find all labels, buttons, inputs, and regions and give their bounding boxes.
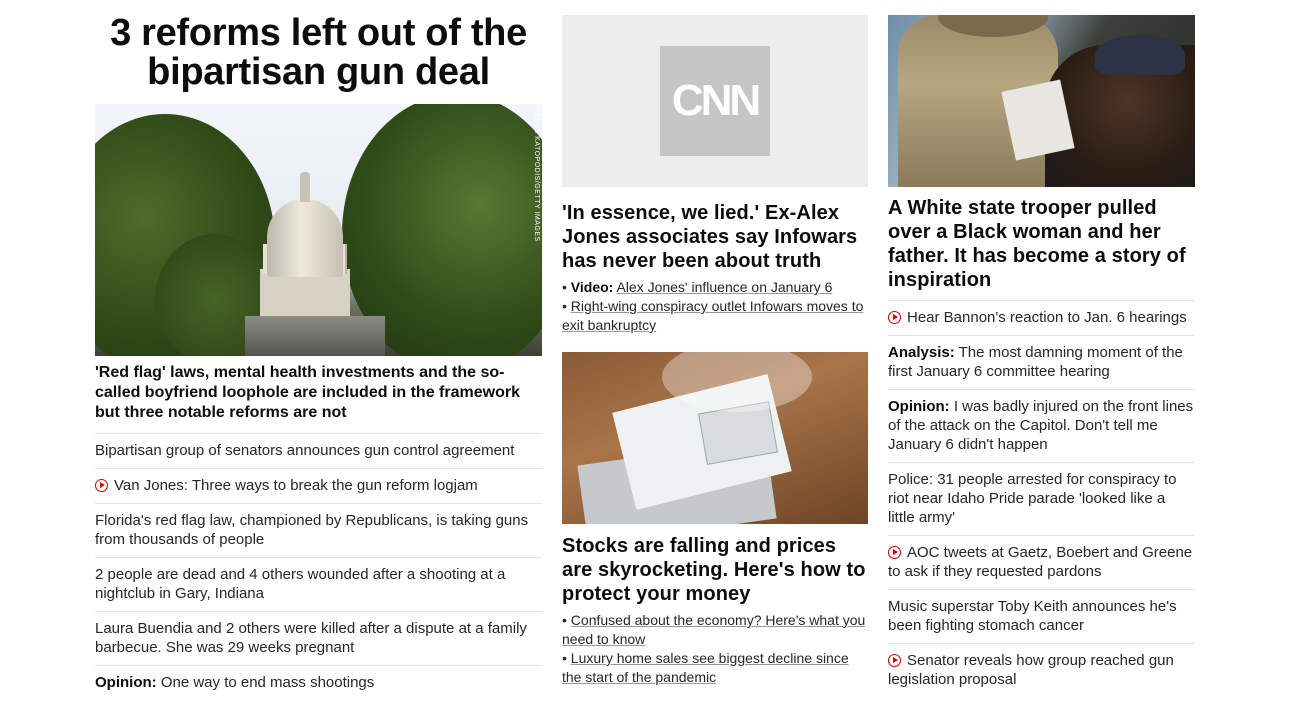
list-item[interactable]: Van Jones: Three ways to break the gun r… bbox=[95, 468, 542, 503]
link-text: Laura Buendia and 2 others were killed a… bbox=[95, 620, 527, 656]
link-text: Hear Bannon's reaction to Jan. 6 hearing… bbox=[907, 309, 1187, 326]
lead-headline: 3 reforms left out of the bipartisan gun… bbox=[110, 12, 527, 93]
middle-column: CNN 'In essence, we lied.' Ex-Alex Jones… bbox=[562, 0, 868, 687]
link-text: Luxury home sales see biggest decline si… bbox=[562, 650, 849, 685]
list-item[interactable]: Opinion: I was badly injured on the fron… bbox=[888, 389, 1195, 462]
link-text: Senator reveals how group reached gun le… bbox=[888, 652, 1174, 688]
list-item[interactable]: Senator reveals how group reached gun le… bbox=[888, 643, 1195, 697]
analysis-label: Analysis: bbox=[888, 344, 955, 361]
list-item[interactable]: • Luxury home sales see biggest decline … bbox=[562, 649, 868, 687]
right-links-list: Hear Bannon's reaction to Jan. 6 hearing… bbox=[888, 300, 1195, 697]
list-item[interactable]: Bipartisan group of senators announces g… bbox=[95, 433, 542, 468]
right-column: A White state trooper pulled over a Blac… bbox=[888, 0, 1195, 697]
opinion-label: Opinion: bbox=[95, 674, 157, 691]
finance-desk-image[interactable] bbox=[562, 352, 868, 524]
list-item[interactable]: Analysis: The most damning moment of the… bbox=[888, 335, 1195, 389]
play-video-icon bbox=[95, 479, 108, 492]
trooper-story-image[interactable] bbox=[888, 15, 1195, 187]
stocks-headline-link[interactable]: Stocks are falling and prices are skyroc… bbox=[562, 534, 868, 606]
list-item[interactable]: 2 people are dead and 4 others wounded a… bbox=[95, 557, 542, 611]
capitol-hero-image[interactable]: TASOS KATOPODIS/GETTY IMAGES bbox=[95, 104, 542, 356]
lead-story-column: 3 reforms left out of the bipartisan gun… bbox=[95, 0, 542, 700]
lead-headline-link[interactable]: 3 reforms left out of the bipartisan gun… bbox=[95, 14, 542, 92]
link-text: Police: 31 people arrested for conspirac… bbox=[888, 471, 1177, 526]
list-item[interactable]: Florida's red flag law, championed by Re… bbox=[95, 503, 542, 557]
infowars-headline: 'In essence, we lied.' Ex-Alex Jones ass… bbox=[562, 202, 858, 272]
play-video-icon bbox=[888, 311, 901, 324]
list-item[interactable]: Hear Bannon's reaction to Jan. 6 hearing… bbox=[888, 300, 1195, 335]
link-text: AOC tweets at Gaetz, Boebert and Greene … bbox=[888, 544, 1193, 580]
list-item[interactable]: • Video: Alex Jones' influence on Januar… bbox=[562, 278, 868, 297]
list-item[interactable]: • Right-wing conspiracy outlet Infowars … bbox=[562, 297, 868, 335]
trooper-headline: A White state trooper pulled over a Blac… bbox=[888, 197, 1186, 291]
list-item[interactable]: AOC tweets at Gaetz, Boebert and Greene … bbox=[888, 535, 1195, 589]
infowars-related-links: • Video: Alex Jones' influence on Januar… bbox=[562, 278, 868, 335]
lead-description: 'Red flag' laws, mental health investmen… bbox=[95, 364, 520, 421]
link-text: Right-wing conspiracy outlet Infowars mo… bbox=[562, 298, 864, 333]
link-text: Confused about the economy? Here's what … bbox=[562, 612, 866, 647]
list-item[interactable]: Music superstar Toby Keith announces he'… bbox=[888, 589, 1195, 643]
link-text: Van Jones: Three ways to break the gun r… bbox=[114, 477, 478, 494]
opinion-label: Opinion: bbox=[888, 398, 950, 415]
cnn-placeholder-image[interactable]: CNN bbox=[562, 15, 868, 187]
play-video-icon bbox=[888, 546, 901, 559]
list-item[interactable]: Opinion: One way to end mass shootings bbox=[95, 665, 542, 700]
list-item[interactable]: Police: 31 people arrested for conspirac… bbox=[888, 462, 1195, 535]
link-text: Florida's red flag law, championed by Re… bbox=[95, 512, 529, 548]
list-item[interactable]: Laura Buendia and 2 others were killed a… bbox=[95, 611, 542, 665]
link-text: One way to end mass shootings bbox=[160, 674, 375, 691]
lead-description-link[interactable]: 'Red flag' laws, mental health investmen… bbox=[95, 363, 542, 423]
cnn-logo-icon: CNN bbox=[660, 46, 770, 156]
trooper-headline-link[interactable]: A White state trooper pulled over a Blac… bbox=[888, 196, 1195, 292]
play-video-icon bbox=[888, 654, 901, 667]
list-item[interactable]: • Confused about the economy? Here's wha… bbox=[562, 611, 868, 649]
infowars-headline-link[interactable]: 'In essence, we lied.' Ex-Alex Jones ass… bbox=[562, 201, 868, 273]
stocks-related-links: • Confused about the economy? Here's wha… bbox=[562, 611, 868, 687]
video-label: Video: bbox=[570, 279, 614, 295]
link-text: Alex Jones' influence on January 6 bbox=[616, 279, 833, 295]
link-text: 2 people are dead and 4 others wounded a… bbox=[95, 566, 506, 602]
stocks-headline: Stocks are falling and prices are skyroc… bbox=[562, 535, 866, 605]
related-links-list: Bipartisan group of senators announces g… bbox=[95, 433, 542, 700]
link-text: Music superstar Toby Keith announces he'… bbox=[888, 598, 1177, 634]
link-text: Bipartisan group of senators announces g… bbox=[95, 442, 515, 459]
image-credit: TASOS KATOPODIS/GETTY IMAGES bbox=[533, 108, 540, 242]
